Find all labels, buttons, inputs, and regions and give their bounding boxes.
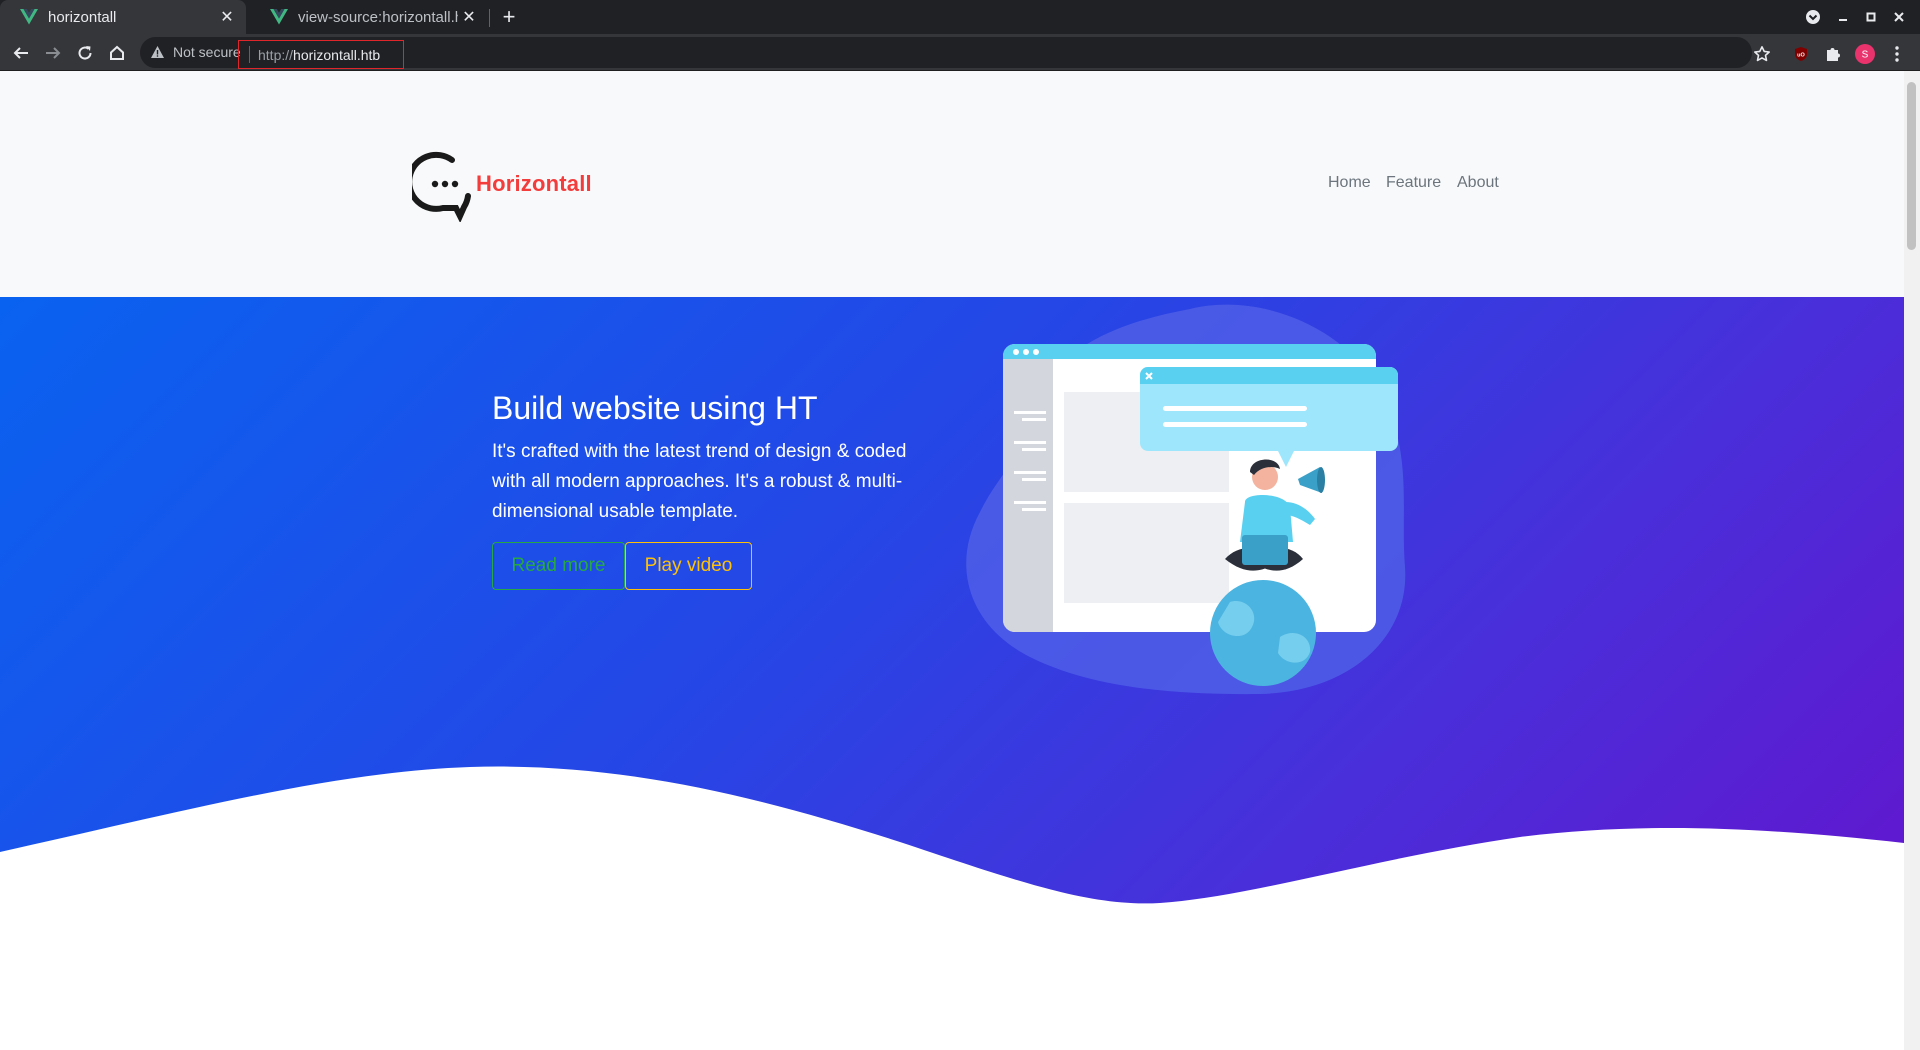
vue-favicon-icon xyxy=(270,8,288,26)
hero-section: Build website using HT It's crafted with… xyxy=(0,297,1904,1050)
site-header: Horizontall Home Feature About xyxy=(0,71,1904,297)
hero-title: Build website using HT xyxy=(492,390,818,426)
ublock-icon[interactable]: uO xyxy=(1788,41,1814,67)
extensions-puzzle-icon[interactable] xyxy=(1820,41,1846,67)
hero-illustration xyxy=(966,304,1406,695)
brand-logo-link[interactable]: Horizontall xyxy=(406,146,592,227)
vue-favicon-icon xyxy=(20,8,38,26)
tab-title: horizontall xyxy=(48,8,117,26)
minimize-icon[interactable] xyxy=(1831,5,1855,29)
tab-horizontall[interactable]: horizontall ✕ xyxy=(0,0,246,34)
svg-text:S: S xyxy=(1862,50,1869,61)
tab-close-icon[interactable]: ✕ xyxy=(458,6,480,28)
hero-wave-shape xyxy=(0,766,1904,1050)
tab-view-source[interactable]: view-source:horizontall.ht ✕ xyxy=(250,0,488,34)
hero-description: It's crafted with the latest trend of de… xyxy=(492,441,907,522)
maximize-icon[interactable] xyxy=(1859,5,1883,29)
nav-home-link[interactable]: Home xyxy=(1328,174,1371,192)
security-indicator[interactable]: Not secure xyxy=(150,44,241,60)
nav-about-link[interactable]: About xyxy=(1457,174,1499,192)
page-viewport: Horizontall Home Feature About Build web… xyxy=(0,71,1904,1050)
not-secure-label: Not secure xyxy=(173,44,241,60)
forward-arrow-icon[interactable] xyxy=(40,40,66,66)
kebab-menu-icon[interactable] xyxy=(1884,41,1910,67)
home-icon[interactable] xyxy=(104,40,130,66)
chat-bubble-logo-icon xyxy=(406,146,474,227)
scrollbar-thumb[interactable] xyxy=(1907,82,1916,250)
brand-name: Horizontall xyxy=(476,170,592,196)
profile-avatar[interactable]: S xyxy=(1852,41,1878,67)
read-more-button[interactable]: Read more xyxy=(492,542,625,590)
url-protocol: http:// xyxy=(258,46,294,63)
warning-triangle-icon xyxy=(150,45,165,59)
new-tab-plus-icon[interactable]: + xyxy=(496,4,522,30)
back-arrow-icon[interactable] xyxy=(8,40,34,66)
svg-text:uO: uO xyxy=(1797,53,1805,59)
window-close-icon[interactable] xyxy=(1887,5,1911,29)
tab-close-icon[interactable]: ✕ xyxy=(216,6,238,28)
nav-feature-link[interactable]: Feature xyxy=(1386,174,1441,192)
play-video-button[interactable]: Play video xyxy=(625,542,752,590)
bookmark-star-icon[interactable] xyxy=(1749,41,1775,67)
tab-title: view-source:horizontall.ht xyxy=(298,8,458,26)
browser-tab-strip: horizontall ✕ view-source:horizontall.ht… xyxy=(0,0,1920,34)
tab-search-icon[interactable] xyxy=(1801,5,1825,29)
tab-divider xyxy=(489,9,490,27)
reload-icon[interactable] xyxy=(72,40,98,66)
url-host: horizontall.htb xyxy=(293,46,381,63)
url-text[interactable]: http://horizontall.htb xyxy=(238,40,404,69)
